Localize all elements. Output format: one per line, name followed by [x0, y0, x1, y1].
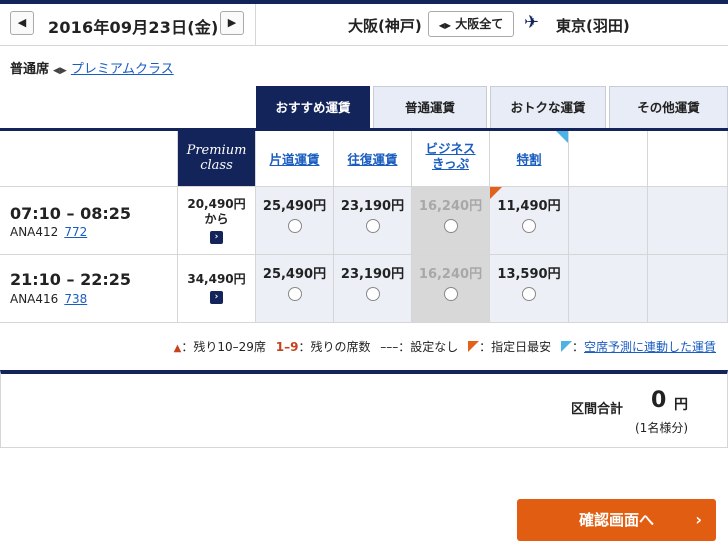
fare-radio[interactable] — [443, 287, 458, 301]
fare-empty — [648, 255, 728, 323]
col-roundtrip: 往復運賃 — [334, 131, 412, 187]
premium-fare[interactable]: 20,490円 から › — [178, 187, 256, 255]
col-tokuwari: 特割 — [490, 131, 569, 187]
fare-radio[interactable] — [287, 219, 302, 233]
total-unit: 円 — [674, 397, 688, 413]
flight-time: 07:10 – 08:25 — [10, 204, 131, 223]
chevron-right-icon: › — [210, 231, 223, 244]
fare-option[interactable]: 11,490円 — [490, 187, 569, 255]
total-persons: (1名様分) — [635, 421, 688, 435]
total-label: 区間合計 — [571, 402, 624, 417]
oneway-fare-link[interactable]: 片道運賃 — [256, 149, 333, 168]
all-airports-button[interactable]: ◀▶ 大阪全て — [428, 11, 514, 37]
fare-empty — [569, 187, 648, 255]
premium-price: 34,490円 — [187, 272, 246, 286]
swap-arrows-icon: ◀▶ — [53, 66, 67, 76]
fare-price: 25,490円 — [262, 267, 327, 282]
cheapest-marker — [490, 187, 502, 199]
premium-suffix: から — [204, 212, 229, 226]
legend: ▲：残り10–29席 1–9：残りの席数 –––：設定なし ：指定日最安 ：空席… — [173, 340, 716, 354]
col-oneway: 片道運賃 — [256, 131, 334, 187]
fare-price: 23,190円 — [340, 267, 405, 282]
airplane-icon: ✈ — [524, 12, 540, 33]
header-empty-1 — [569, 131, 648, 187]
fare-radio[interactable] — [443, 219, 458, 233]
confirm-button[interactable]: 確認画面へ › — [517, 499, 716, 541]
col-business: ビジネス きっぷ — [412, 131, 490, 187]
legend-cheapest: ：指定日最安 — [479, 340, 552, 354]
aircraft-link[interactable]: 772 — [64, 225, 87, 239]
fare-empty — [569, 255, 648, 323]
business-kippu-link[interactable]: ビジネス きっぷ — [412, 141, 489, 171]
current-seat-class: 普通席 — [10, 62, 50, 77]
tokuwari-fare-link[interactable]: 特割 — [490, 149, 568, 168]
top-bar: ◀ 2016年09月23日(金) ▶ 大阪(神戸) ◀▶ 大阪全て ✈ 東京(羽… — [0, 0, 728, 46]
fare-option[interactable]: 16,240円 — [412, 255, 490, 323]
linked-fare-link[interactable]: 空席予測に連動した運賃 — [584, 340, 716, 354]
fare-radio[interactable] — [365, 219, 380, 233]
premium-class-header: Premium class — [178, 131, 256, 187]
header-empty — [0, 131, 178, 187]
linked-fare-icon — [560, 341, 572, 352]
legend-not-set: ：設定なし — [398, 340, 459, 354]
fare-empty — [648, 187, 728, 255]
fare-option[interactable]: 23,190円 — [334, 255, 412, 323]
legend-remaining: ：残りの席数 — [298, 340, 371, 354]
chevron-left-icon: ◀ — [17, 16, 27, 29]
route: 大阪(神戸) ◀▶ 大阪全て ✈ 東京(羽田) — [256, 4, 728, 46]
legend-few-seats: ：残り10–29席 — [181, 340, 266, 354]
fare-option[interactable]: 16,240円 — [412, 187, 490, 255]
fare-price: 23,190円 — [340, 199, 405, 214]
date-selector: ◀ 2016年09月23日(金) ▶ — [0, 4, 256, 46]
tab-other[interactable]: その他運賃 — [609, 86, 728, 128]
tab-normal[interactable]: 普通運賃 — [373, 86, 487, 128]
fare-radio[interactable] — [365, 287, 380, 301]
selected-date: 2016年09月23日(金) — [48, 18, 219, 37]
confirm-label: 確認画面へ — [578, 511, 654, 529]
swap-arrows-icon: ◀▶ — [438, 21, 452, 30]
premium-class-link[interactable]: プレミアムクラス — [71, 62, 174, 77]
fare-price: 16,240円 — [418, 267, 483, 282]
fare-radio[interactable] — [522, 287, 536, 301]
flight-time: 21:10 – 22:25 — [10, 270, 131, 289]
prev-day-button[interactable]: ◀ — [10, 11, 34, 35]
linked-fare-marker — [556, 131, 568, 143]
flight-number: ANA416 — [10, 292, 59, 306]
aircraft-link[interactable]: 738 — [64, 292, 87, 306]
fare-radio[interactable] — [522, 219, 536, 233]
fare-option[interactable]: 25,490円 — [256, 255, 334, 323]
fare-price: 16,240円 — [418, 199, 483, 214]
chevron-right-icon: ▶ — [227, 16, 237, 29]
fare-option[interactable]: 25,490円 — [256, 187, 334, 255]
premium-fare[interactable]: 34,490円 › — [178, 255, 256, 323]
roundtrip-fare-link[interactable]: 往復運賃 — [334, 149, 411, 168]
all-airports-label: 大阪全て — [455, 17, 504, 31]
fare-option[interactable]: 23,190円 — [334, 187, 412, 255]
total-panel: 区間合計 0 円 (1名様分) — [0, 370, 728, 448]
fare-radio[interactable] — [287, 287, 302, 301]
tab-recommended[interactable]: おすすめ運賃 — [256, 86, 370, 128]
destination-airport: 東京(羽田) — [556, 17, 630, 35]
legend-dashes: ––– — [380, 340, 399, 354]
header-empty-2 — [648, 131, 728, 187]
premium-price: 20,490円 — [187, 197, 246, 211]
flight-number: ANA412 — [10, 225, 59, 239]
fare-price: 25,490円 — [262, 199, 327, 214]
tab-discount[interactable]: おトクな運賃 — [490, 86, 606, 128]
chevron-right-icon: › — [695, 510, 702, 529]
origin-airport: 大阪(神戸) — [348, 17, 422, 35]
seat-class-toggle: 普通席 ◀▶ プレミアムクラス — [10, 58, 174, 77]
fare-price: 13,590円 — [497, 267, 561, 282]
flight-info: 07:10 – 08:25 ANA412 772 — [0, 187, 178, 255]
premium-class-label: class — [200, 158, 233, 173]
flight-info: 21:10 – 22:25 ANA416 738 — [0, 255, 178, 323]
fare-option[interactable]: 13,590円 — [490, 255, 569, 323]
premium-label: Premium — [186, 143, 247, 158]
chevron-right-icon: › — [210, 291, 223, 304]
total-amount: 0 — [651, 388, 667, 413]
cheapest-marker-icon — [468, 341, 480, 352]
next-day-button[interactable]: ▶ — [220, 11, 244, 35]
legend-range: 1–9 — [275, 340, 299, 354]
